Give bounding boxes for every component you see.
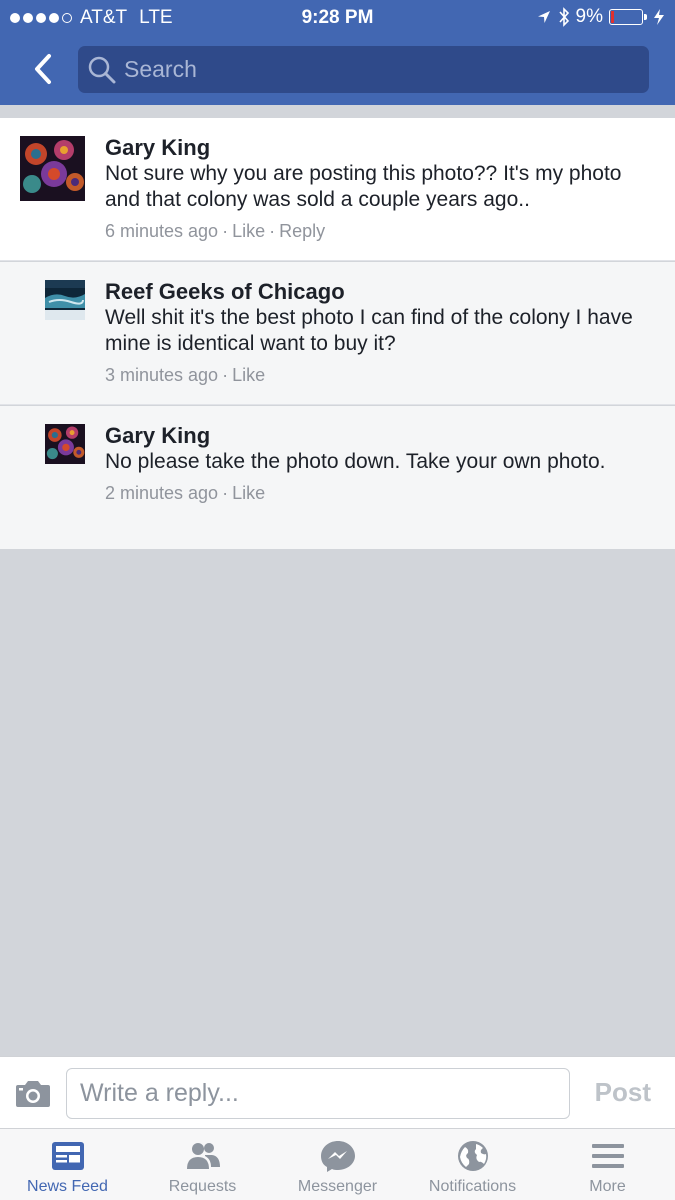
coral-photo-icon <box>45 424 85 464</box>
meta-separator: · <box>222 221 229 241</box>
comment: Reef Geeks of Chicago Well shit it's the… <box>0 262 675 405</box>
comment-author[interactable]: Reef Geeks of Chicago <box>105 278 660 305</box>
divider <box>0 105 675 118</box>
comment-author[interactable]: Gary King <box>105 422 660 449</box>
tab-label: More <box>589 1178 626 1195</box>
tab-label: Messenger <box>297 1178 378 1195</box>
tab-notifications[interactable]: Notifications <box>405 1129 540 1200</box>
coral-photo-icon <box>20 136 85 201</box>
tab-messenger[interactable]: Messenger <box>270 1129 405 1200</box>
chevron-left-icon <box>35 54 51 84</box>
battery-percent: 9% <box>575 6 603 27</box>
tab-requests[interactable]: Requests <box>135 1129 270 1200</box>
tab-more[interactable]: More <box>540 1129 675 1200</box>
comment-body: Gary King Not sure why you are posting t… <box>105 134 660 243</box>
like-link[interactable]: Like <box>232 219 265 243</box>
search-bar[interactable] <box>78 46 649 93</box>
camera-icon <box>16 1081 50 1107</box>
comment-meta: 2 minutes ago · Like <box>105 481 660 505</box>
reef-tank-photo-icon <box>45 280 85 320</box>
reply-link[interactable]: Reply <box>279 219 325 243</box>
comment: Gary King No please take the photo down.… <box>0 406 675 549</box>
tab-label: News Feed <box>27 1178 108 1195</box>
tab-label: Notifications <box>428 1178 517 1195</box>
comment-body: Gary King No please take the photo down.… <box>105 422 660 505</box>
comment-body: Reef Geeks of Chicago Well shit it's the… <box>105 278 660 387</box>
avatar[interactable] <box>45 280 85 320</box>
meta-separator: · <box>269 221 276 241</box>
search-input[interactable] <box>124 56 624 83</box>
avatar[interactable] <box>45 424 85 464</box>
comment-author[interactable]: Gary King <box>105 134 660 161</box>
comment-meta: 6 minutes ago · Like · Reply <box>105 219 660 243</box>
status-bar: AT&T LTE 9:28 PM 9% <box>0 0 675 36</box>
comment-time: 3 minutes ago <box>105 365 219 385</box>
post-button[interactable]: Post <box>595 1077 651 1108</box>
like-link[interactable]: Like <box>232 363 265 387</box>
avatar[interactable] <box>20 136 85 201</box>
navigation-bar <box>0 36 675 105</box>
meta-separator: · <box>222 483 229 503</box>
search-icon <box>88 56 116 83</box>
comment-time: 6 minutes ago <box>105 221 219 241</box>
messenger-icon <box>320 1141 355 1172</box>
camera-button[interactable] <box>15 1077 51 1109</box>
requests-icon <box>186 1143 220 1169</box>
location-arrow-icon <box>537 11 550 23</box>
comment-text: Well shit it's the best photo I can find… <box>105 306 633 355</box>
tab-bar: News Feed Requests Messenger Notificatio… <box>0 1128 675 1200</box>
comment-text: No please take the photo down. Take your… <box>105 450 606 473</box>
battery-icon <box>609 9 647 25</box>
reply-bar: Post <box>0 1056 675 1128</box>
tab-news-feed[interactable]: News Feed <box>0 1129 135 1200</box>
like-link[interactable]: Like <box>232 481 265 505</box>
menu-icon <box>591 1144 624 1168</box>
meta-separator: · <box>222 365 229 385</box>
bluetooth-icon <box>558 7 569 27</box>
status-right: 9% <box>536 6 665 28</box>
tab-label: Requests <box>168 1178 237 1195</box>
comment-time: 2 minutes ago <box>105 483 219 503</box>
comment: Gary King Not sure why you are posting t… <box>0 118 675 261</box>
back-button[interactable] <box>22 48 64 90</box>
header: AT&T LTE 9:28 PM 9% <box>0 0 675 105</box>
comment-text: Not sure why you are posting this photo?… <box>105 162 622 211</box>
charging-bolt-icon <box>654 9 664 25</box>
news-feed-icon <box>51 1142 84 1170</box>
globe-icon <box>457 1141 488 1171</box>
reply-input[interactable] <box>66 1068 570 1119</box>
comment-meta: 3 minutes ago · Like <box>105 363 660 387</box>
